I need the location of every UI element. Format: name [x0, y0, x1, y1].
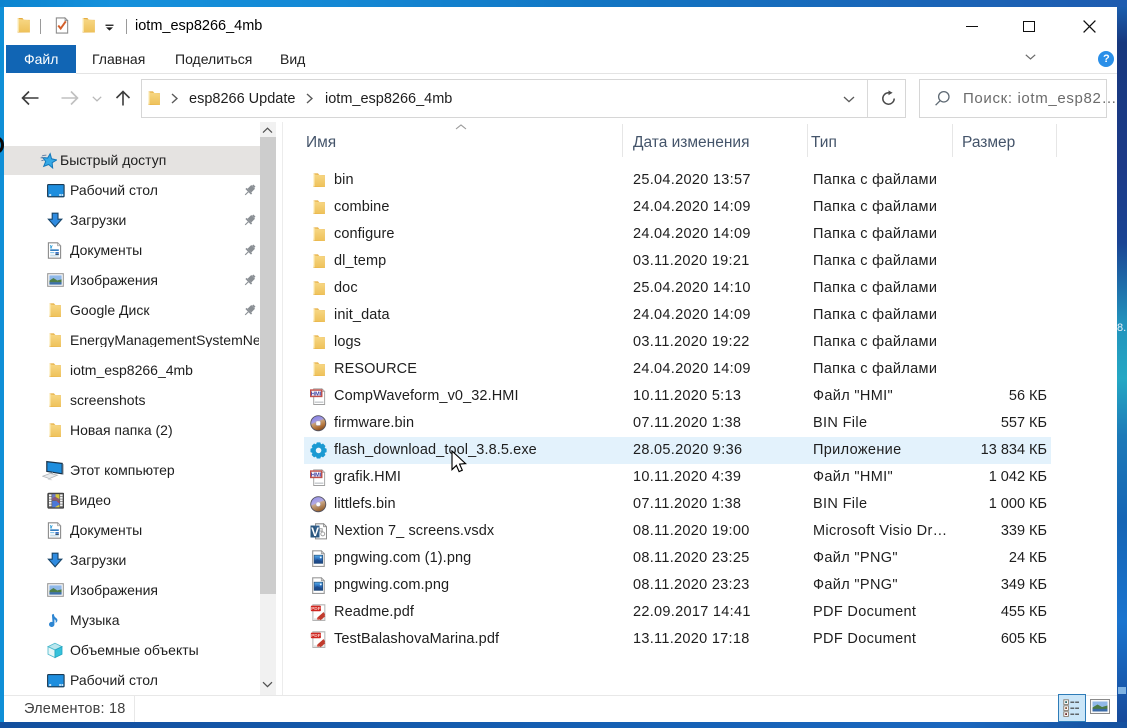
svg-text:PDF: PDF [311, 606, 321, 612]
svg-text:PDF: PDF [311, 633, 321, 639]
svg-text:V: V [311, 524, 319, 538]
svg-text:HMI: HMI [311, 472, 322, 478]
svg-text:HMI: HMI [311, 391, 322, 397]
